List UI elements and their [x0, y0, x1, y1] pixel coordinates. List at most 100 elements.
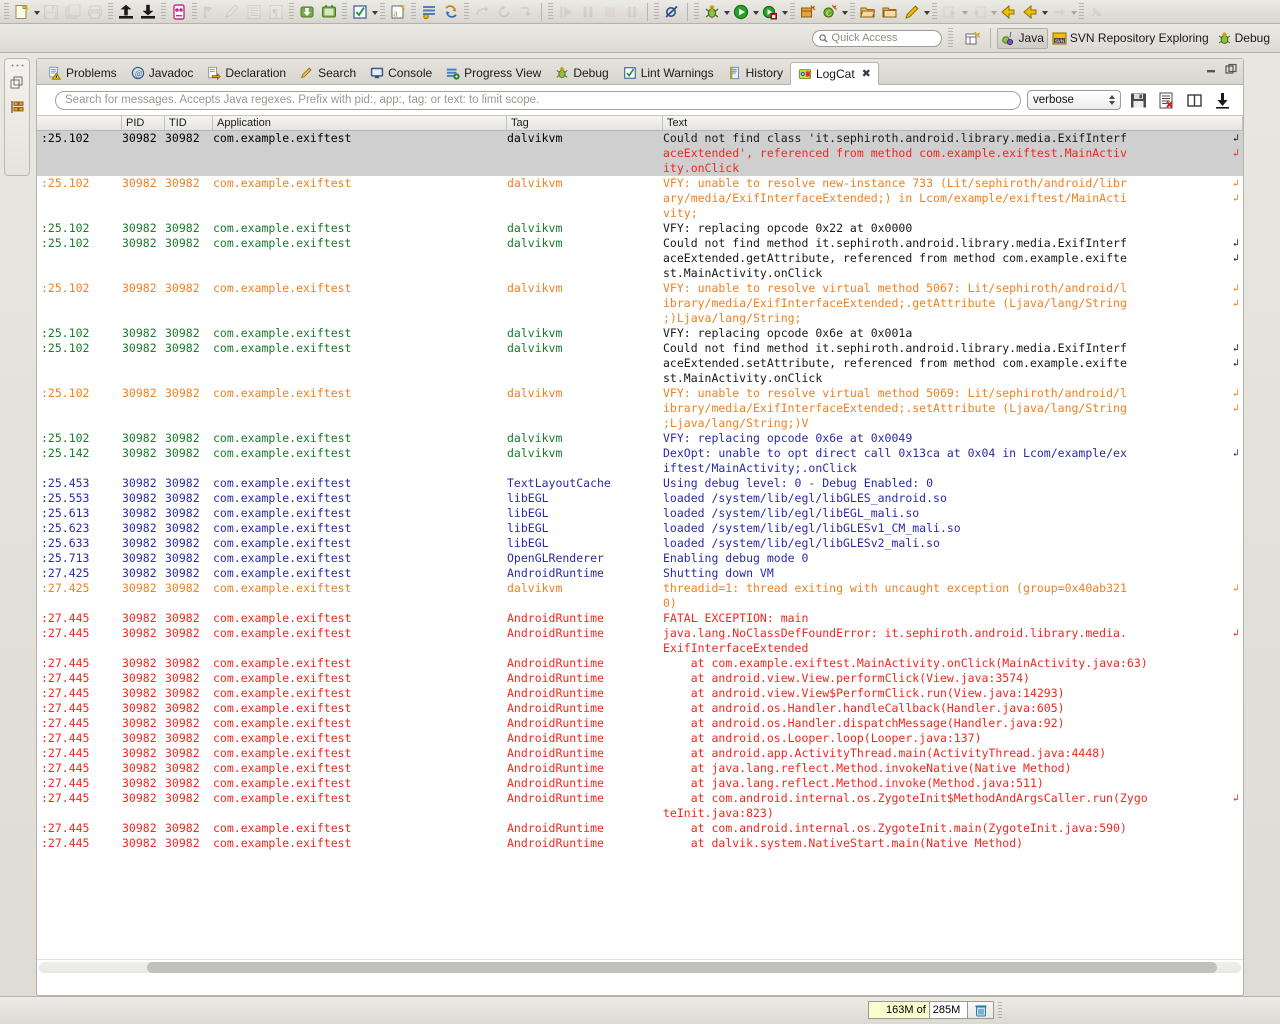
table-row[interactable]: :25.453 30982 30982 com.example.exiftest Tex…	[37, 476, 1243, 491]
table-row[interactable]: :27.445 30982 30982 com.example.exiftest And…	[37, 701, 1243, 716]
toolbar-group-grip[interactable]	[108, 2, 113, 21]
toolbar-skip-breakpoints-button[interactable]	[661, 2, 683, 22]
table-row[interactable]: :27.425 30982 30982 com.example.exiftest And…	[37, 566, 1243, 581]
table-row[interactable]: :25.553 30982 30982 com.example.exiftest lib…	[37, 491, 1243, 506]
toolbar-group-grip[interactable]	[654, 2, 659, 21]
table-row[interactable]: :25.102 30982 30982 com.example.exiftest dal…	[37, 431, 1243, 446]
tab-history[interactable]: History	[721, 62, 790, 84]
table-row[interactable]: :27.445 30982 30982 com.example.exiftest And…	[37, 836, 1243, 851]
table-row[interactable]: :25.102 30982 30982 com.example.exiftest dal…	[37, 236, 1243, 281]
tab-declaration[interactable]: Declaration	[200, 62, 293, 84]
toolbar-new-java-class-dropdown-icon[interactable]	[842, 11, 848, 15]
log-table-body[interactable]: :25.102 30982 30982 com.example.exiftest dal…	[37, 131, 1243, 959]
toolbar-new-wizard-button[interactable]	[11, 2, 33, 22]
tab-javadoc[interactable]: @ Javadoc	[124, 62, 201, 84]
tab-progress-view[interactable]: Progress View	[439, 62, 548, 84]
table-row[interactable]: :27.445 30982 30982 com.example.exiftest And…	[37, 686, 1243, 701]
toolbar-group-grip[interactable]	[289, 2, 294, 21]
toolbar-group-grip[interactable]	[192, 2, 197, 21]
toolbar-group-grip[interactable]	[694, 2, 699, 21]
tab-console[interactable]: Console	[363, 62, 439, 84]
toolbar-run-lint-button[interactable]	[349, 2, 371, 22]
toolbar-import-button[interactable]	[137, 2, 159, 22]
column-header-text[interactable]: Text	[663, 116, 1243, 130]
table-row[interactable]: :27.425 30982 30982 com.example.exiftest dal…	[37, 581, 1243, 611]
toolbar-group-grip[interactable]	[342, 2, 347, 21]
toolbar-group-grip[interactable]	[850, 2, 855, 21]
open-perspective-button[interactable]	[961, 28, 984, 49]
toolbar-new-java-class-button[interactable]: C	[819, 2, 841, 22]
toolbar-open-task-button[interactable]	[418, 2, 440, 22]
tab-search[interactable]: Search	[293, 62, 363, 84]
toolbar-export-button[interactable]	[115, 2, 137, 22]
table-row[interactable]: :27.445 30982 30982 com.example.exiftest And…	[37, 821, 1243, 836]
table-row[interactable]: :25.102 30982 30982 com.example.exiftest dal…	[37, 326, 1243, 341]
toolbar-group-grip[interactable]	[161, 2, 166, 21]
toolbar-open-resource-button[interactable]	[879, 2, 901, 22]
table-row[interactable]: :27.445 30982 30982 com.example.exiftest And…	[37, 731, 1243, 746]
toolbar-group-grip[interactable]	[790, 2, 795, 21]
minimize-icon[interactable]	[1205, 63, 1217, 75]
toolbar-android-avd-manager-button[interactable]	[318, 2, 340, 22]
table-row[interactable]: :25.142 30982 30982 com.example.exiftest dal…	[37, 446, 1243, 476]
maximize-icon[interactable]	[1225, 63, 1237, 75]
table-row[interactable]: :25.102 30982 30982 com.example.exiftest dal…	[37, 386, 1243, 431]
table-row[interactable]: :25.623 30982 30982 com.example.exiftest lib…	[37, 521, 1243, 536]
column-header-pid[interactable]: PID	[122, 116, 165, 130]
table-row[interactable]: :25.102 30982 30982 com.example.exiftest dal…	[37, 341, 1243, 386]
toolbar-ddms-button[interactable]	[168, 2, 190, 22]
table-row[interactable]: :25.102 30982 30982 com.example.exiftest dal…	[37, 221, 1243, 236]
toolbar-new-java-package-button[interactable]	[797, 2, 819, 22]
toolbar-open-type-button[interactable]	[857, 2, 879, 22]
column-header-app[interactable]: Application	[213, 116, 507, 130]
table-row[interactable]: :27.445 30982 30982 com.example.exiftest And…	[37, 656, 1243, 671]
toolbar-annotate-dropdown-icon[interactable]	[924, 11, 930, 15]
toolbar-android-sdk-manager-button[interactable]	[296, 2, 318, 22]
save-log-button[interactable]	[1127, 89, 1149, 111]
status-bar-grip[interactable]	[998, 1002, 1002, 1018]
log-level-select[interactable]: verbose	[1027, 90, 1121, 110]
perspective-java[interactable]: J Java	[996, 27, 1048, 49]
perspective-bar-grip[interactable]	[947, 28, 953, 48]
table-row[interactable]: :27.445 30982 30982 com.example.exiftest And…	[37, 776, 1243, 791]
toolbar-new-android-project-button[interactable]: a	[387, 2, 409, 22]
toolbar-group-grip[interactable]	[932, 2, 937, 21]
log-horizontal-scrollbar[interactable]	[37, 959, 1243, 975]
package-explorer-button[interactable]	[8, 97, 26, 117]
table-row[interactable]: :27.445 30982 30982 com.example.exiftest And…	[37, 791, 1243, 821]
toolbar-run-external-tools-button[interactable]	[759, 2, 781, 22]
table-row[interactable]: :27.445 30982 30982 com.example.exiftest And…	[37, 761, 1243, 776]
tab-close-icon[interactable]: ✖	[862, 67, 871, 80]
toolbar-run-button[interactable]	[730, 2, 752, 22]
tab-debug[interactable]: Debug	[548, 62, 615, 84]
tab-logcat[interactable]: LogCat ✖	[789, 62, 879, 85]
column-header-tid[interactable]: TID	[165, 116, 213, 130]
table-row[interactable]: :25.613 30982 30982 com.example.exiftest lib…	[37, 506, 1243, 521]
toolbar-forward-button[interactable]	[1019, 2, 1041, 22]
toolbar-annotate-button[interactable]	[901, 2, 923, 22]
scrollbar-track[interactable]	[39, 962, 1241, 973]
perspective-svn-repository-exploring[interactable]: SVN SVN Repository Exploring	[1048, 28, 1213, 49]
table-row[interactable]: :27.445 30982 30982 com.example.exiftest And…	[37, 611, 1243, 626]
toolbar-debug-button[interactable]	[701, 2, 723, 22]
perspective-debug[interactable]: Debug	[1213, 28, 1274, 49]
run-gc-button[interactable]	[968, 1001, 994, 1019]
view-stack-grip[interactable]	[10, 63, 24, 69]
restore-view-button[interactable]	[8, 73, 26, 93]
table-row[interactable]: :25.713 30982 30982 com.example.exiftest Ope…	[37, 551, 1243, 566]
toolbar-synchronize-button[interactable]	[440, 2, 462, 22]
toolbar-group-grip[interactable]	[464, 2, 469, 21]
toolbar-back-button[interactable]	[997, 2, 1019, 22]
scroll-lock-button[interactable]	[1211, 89, 1233, 111]
quick-access-input[interactable]: Quick Access	[811, 29, 942, 47]
display-saved-logs-button[interactable]	[1183, 89, 1205, 111]
clear-log-button[interactable]	[1155, 89, 1177, 111]
column-header-time[interactable]	[37, 116, 122, 130]
toolbar-group-grip[interactable]	[4, 2, 9, 21]
table-row[interactable]: :27.445 30982 30982 com.example.exiftest And…	[37, 671, 1243, 686]
table-row[interactable]: :27.445 30982 30982 com.example.exiftest And…	[37, 626, 1243, 656]
table-row[interactable]: :25.633 30982 30982 com.example.exiftest lib…	[37, 536, 1243, 551]
toolbar-run-lint-dropdown-icon[interactable]	[372, 11, 378, 15]
tab-lint-warnings[interactable]: Lint Warnings	[616, 62, 721, 84]
toolbar-run-external-tools-dropdown-icon[interactable]	[782, 11, 788, 15]
